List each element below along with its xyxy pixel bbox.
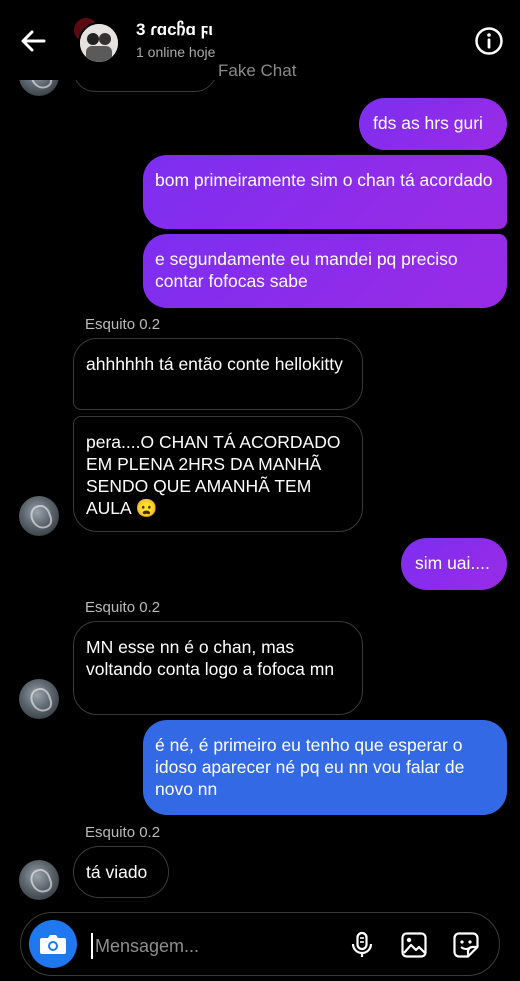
sender-avatar[interactable]: [19, 860, 59, 900]
sender-avatar[interactable]: [19, 679, 59, 719]
sender-name: Esquito 0.2: [85, 824, 161, 841]
gallery-icon[interactable]: [399, 930, 429, 960]
sender-name: Esquito 0.2: [85, 316, 161, 333]
group-avatar-photo: [78, 22, 120, 64]
sticker-icon[interactable]: [451, 930, 481, 960]
message-input[interactable]: [91, 933, 335, 959]
back-arrow-icon[interactable]: [18, 26, 48, 56]
received-message[interactable]: tá viado: [73, 846, 169, 898]
sent-message[interactable]: fds as hrs guri: [359, 98, 507, 150]
online-status: 1 online hoje: [136, 44, 216, 60]
sender-avatar[interactable]: [19, 496, 59, 536]
sender-name: Esquito 0.2: [85, 599, 161, 616]
received-message[interactable]: MN esse nn é o chan, mas voltando conta …: [73, 621, 363, 715]
fake-chat-watermark: Fake Chat: [218, 61, 297, 80]
sent-message[interactable]: bom primeiramente sim o chan tá acordado: [143, 155, 507, 229]
sent-message[interactable]: sim uai....: [401, 538, 507, 590]
received-message[interactable]: pera....O CHAN TÁ ACORDADO EM PLENA 2HRS…: [73, 416, 363, 532]
sent-message[interactable]: é né, é primeiro eu tenho que esperar o …: [143, 720, 507, 815]
group-avatar[interactable]: [72, 18, 120, 64]
microphone-icon[interactable]: [347, 930, 377, 960]
sent-message[interactable]: e segundamente eu mandei pq preciso cont…: [143, 234, 507, 308]
camera-button[interactable]: [29, 920, 77, 968]
chat-title[interactable]: 3 ɾɑϲჩɑ ϝι: [136, 20, 213, 40]
message-composer: [20, 912, 500, 976]
camera-icon: [40, 935, 66, 954]
received-message[interactable]: ahhhhhh tá então conte hellokitty: [73, 338, 363, 410]
info-icon[interactable]: [474, 26, 504, 56]
